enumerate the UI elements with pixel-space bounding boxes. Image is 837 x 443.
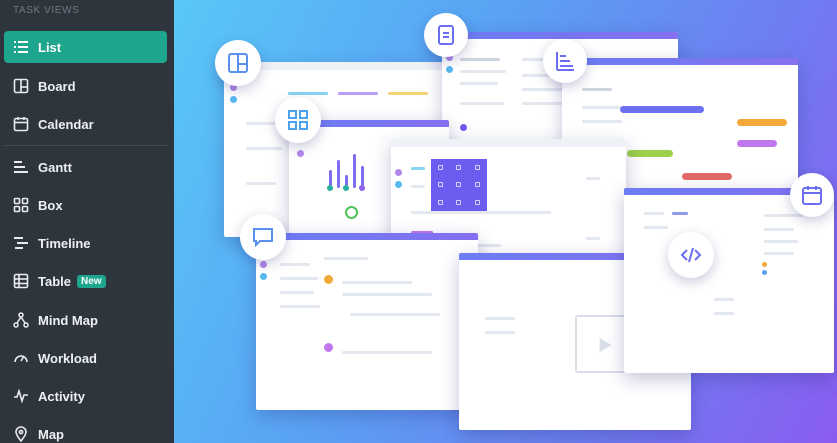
gantt-view-badge xyxy=(543,39,587,83)
sidebar-item-label: Table xyxy=(38,273,71,289)
calendar-icon xyxy=(13,116,29,132)
activity-icon xyxy=(13,388,29,404)
calendar-icon xyxy=(802,186,822,205)
board-icon xyxy=(13,78,29,94)
sidebar-item-gantt[interactable]: Gantt xyxy=(4,151,167,183)
gantt-icon xyxy=(556,52,574,71)
sidebar-item-activity[interactable]: Activity xyxy=(4,380,167,412)
comments-badge xyxy=(240,214,286,260)
sidebar-item-label: Activity xyxy=(38,388,85,404)
calendar-view-badge xyxy=(790,173,834,217)
sidebar-item-board[interactable]: Board xyxy=(4,70,167,102)
sidebar-item-map[interactable]: Map xyxy=(4,418,167,443)
sidebar-item-label: Gantt xyxy=(38,159,72,175)
box-icon xyxy=(288,110,308,130)
sidebar-item-mind-map[interactable]: Mind Map xyxy=(4,304,167,336)
document-icon xyxy=(438,25,454,45)
box-view-badge xyxy=(275,97,321,143)
board-icon xyxy=(228,53,248,73)
sidebar-item-label: Timeline xyxy=(38,235,91,251)
workload-icon xyxy=(13,350,29,366)
view-picker-grid xyxy=(431,159,487,211)
embed-view-badge xyxy=(668,232,714,278)
table-view-window xyxy=(624,188,834,373)
sidebar-item-list[interactable]: List xyxy=(4,31,167,63)
sidebar-item-label: Workload xyxy=(38,350,97,366)
map-pin-icon xyxy=(13,426,29,442)
sidebar-item-label: Box xyxy=(38,197,63,213)
sidebar-item-label: Map xyxy=(38,426,64,442)
sidebar-item-label: List xyxy=(38,39,62,55)
sidebar-heading: TASK VIEWS xyxy=(13,5,80,16)
mind-map-icon xyxy=(13,312,29,328)
new-badge: New xyxy=(77,274,106,288)
chat-bubble-icon xyxy=(253,228,273,248)
document-view-badge xyxy=(424,13,468,57)
sidebar-item-workload[interactable]: Workload xyxy=(4,342,167,374)
sidebar-item-label: Board xyxy=(38,78,76,94)
timeline-icon xyxy=(13,235,29,251)
table-icon xyxy=(13,273,29,289)
sidebar-item-box[interactable]: Box xyxy=(4,189,167,221)
sidebar-item-label: Calendar xyxy=(38,116,94,132)
code-icon xyxy=(680,247,702,263)
task-views-illustration xyxy=(174,0,837,443)
sidebar-divider xyxy=(4,145,167,146)
sidebar-item-timeline[interactable]: Timeline xyxy=(4,227,167,259)
list-icon xyxy=(13,39,29,55)
sidebar-item-calendar[interactable]: Calendar xyxy=(4,108,167,140)
sidebar-item-label: Mind Map xyxy=(38,312,98,328)
box-icon xyxy=(13,197,29,213)
gantt-icon xyxy=(13,159,29,175)
board-view-badge xyxy=(215,40,261,86)
task-views-sidebar: TASK VIEWS List Board Calendar Gantt Box xyxy=(0,0,174,443)
sidebar-item-table[interactable]: Table New xyxy=(4,265,167,297)
activity-view-window xyxy=(256,233,478,410)
